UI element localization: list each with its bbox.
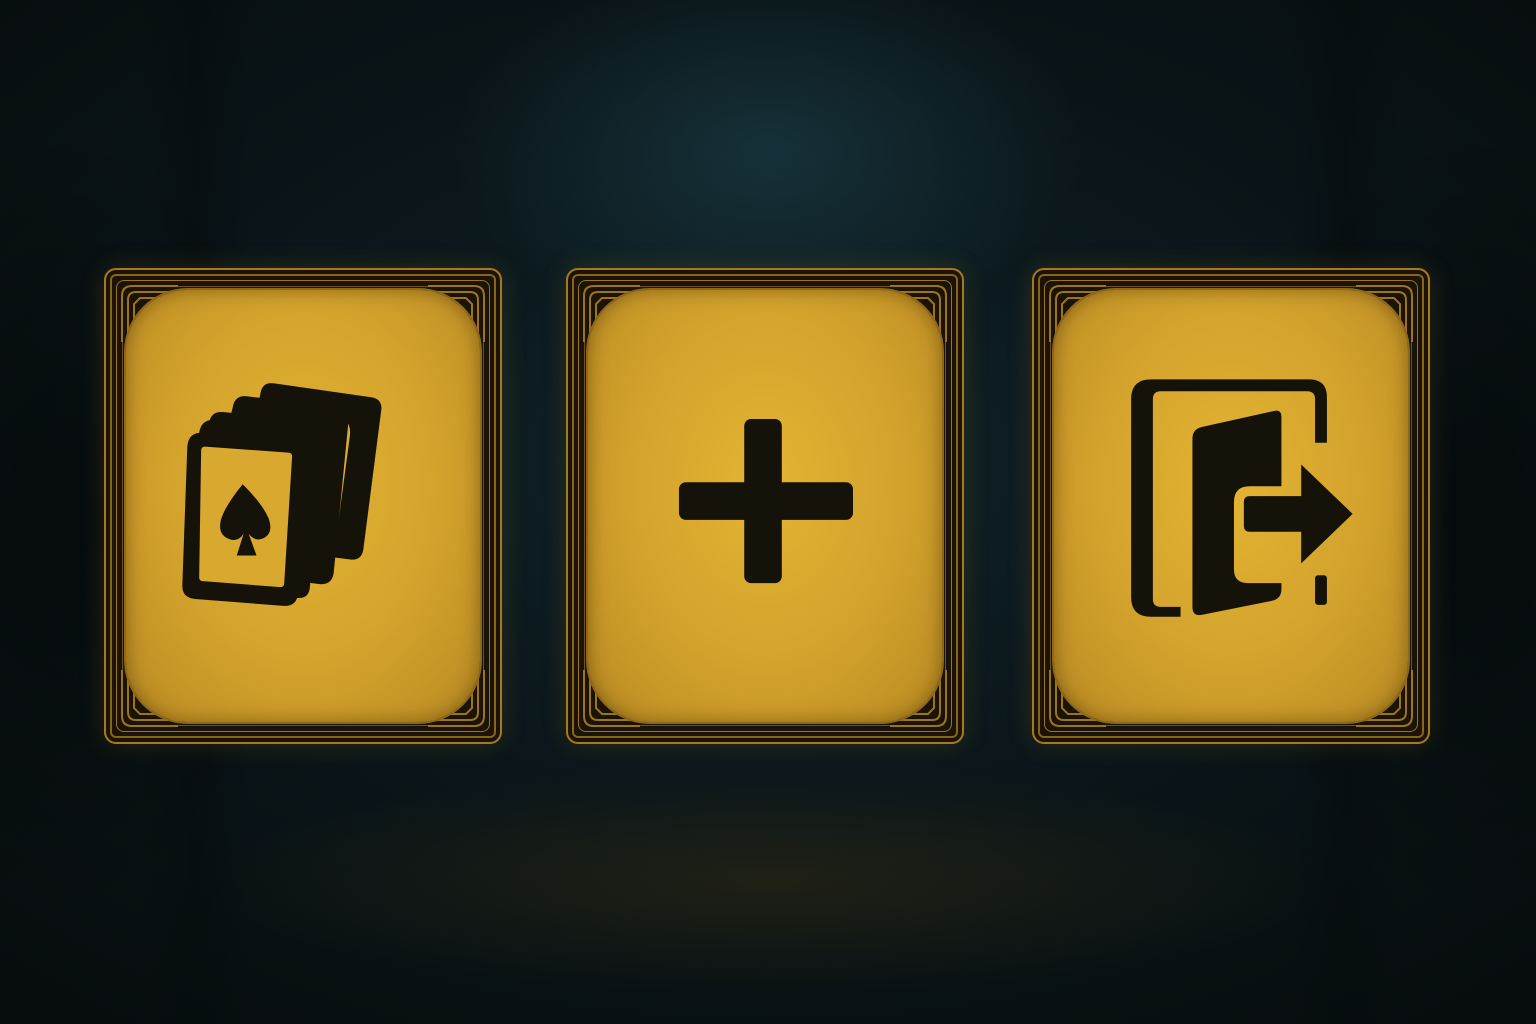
exit-door-icon	[1131, 379, 1353, 617]
plus-icon	[678, 418, 854, 584]
cards-menu-button[interactable]	[104, 268, 502, 744]
card-face	[126, 290, 480, 722]
card-face	[588, 290, 942, 722]
playing-cards-icon	[182, 383, 382, 606]
card-face	[1054, 290, 1408, 722]
exit-menu-button[interactable]	[1032, 268, 1430, 744]
main-menu	[0, 0, 1536, 1024]
add-menu-button[interactable]	[566, 268, 964, 744]
